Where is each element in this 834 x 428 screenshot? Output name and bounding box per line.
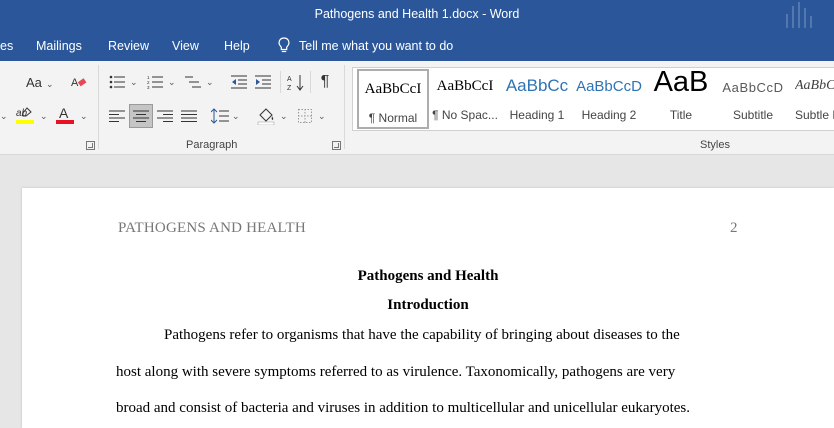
running-head: PATHOGENS AND HEALTH: [118, 220, 306, 236]
numbering-icon[interactable]: 123: [146, 73, 164, 91]
paragraph-dialog-launcher[interactable]: [332, 141, 341, 150]
group-separator: [98, 65, 99, 149]
align-left-icon[interactable]: [108, 107, 126, 125]
svg-text:A: A: [287, 76, 292, 83]
style-heading-2[interactable]: AaBbCcD Heading 2: [573, 68, 645, 132]
multilevel-list-icon[interactable]: [184, 73, 202, 91]
change-case-button[interactable]: Aa: [26, 75, 42, 90]
align-right-icon[interactable]: [156, 107, 174, 125]
chevron-down-icon: ⌄: [206, 77, 214, 87]
clear-formatting-icon[interactable]: A: [70, 73, 88, 91]
title-bar: Pathogens and Health 1.docx - Word: [0, 0, 834, 32]
tab-mailings[interactable]: Mailings: [36, 39, 82, 53]
body-line: host along with severe symptoms referred…: [116, 364, 676, 380]
style-subtitle[interactable]: AaBbCcD Subtitle: [717, 68, 789, 132]
lightbulb-icon: [278, 37, 290, 53]
chevron-down-icon: ⌄: [46, 79, 54, 89]
font-dialog-launcher[interactable]: [86, 141, 95, 150]
style-subtle-emphasis[interactable]: AaBbCcD Subtle E: [789, 68, 834, 132]
styles-gallery: AaBbCcI ¶ Normal AaBbCcI ¶ No Spac... Aa…: [352, 66, 834, 132]
svg-text:3: 3: [147, 85, 150, 89]
chevron-down-icon: ⌄: [130, 77, 138, 87]
paragraph-group-label: Paragraph: [186, 139, 238, 151]
watermark-logo: [786, 2, 814, 28]
sort-icon[interactable]: AZ: [286, 73, 306, 93]
body-line: Pathogens refer to organisms that have t…: [164, 327, 680, 343]
tell-me-search[interactable]: Tell me what you want to do: [278, 37, 453, 54]
tell-me-label: Tell me what you want to do: [299, 38, 454, 53]
show-formatting-marks-button[interactable]: ¶: [316, 73, 334, 91]
tab-view[interactable]: View: [172, 39, 199, 53]
ribbon: Aa ⌄ A ⌄ ab ⌄ A ⌄ ⌄ 123 ⌄ ⌄ AZ ¶ ⌄ ⌄ ⌄ P…: [0, 61, 834, 155]
justify-icon[interactable]: [180, 107, 198, 125]
tab-help[interactable]: Help: [224, 39, 250, 53]
borders-icon[interactable]: [296, 107, 314, 125]
align-center-icon[interactable]: [129, 104, 153, 128]
svg-text:Z: Z: [287, 85, 292, 92]
style-no-spacing[interactable]: AaBbCcI ¶ No Spac...: [429, 68, 501, 132]
section-heading: Introduction: [387, 297, 469, 313]
button-separator: [310, 71, 311, 93]
bullets-icon[interactable]: [108, 73, 126, 91]
highlight-color-button[interactable]: ab: [14, 105, 36, 125]
tab-references[interactable]: es: [0, 39, 13, 53]
window-title: Pathogens and Health 1.docx - Word: [314, 7, 520, 21]
page-number: 2: [730, 220, 738, 236]
styles-group-label: Styles: [700, 139, 730, 151]
style-normal[interactable]: AaBbCcI ¶ Normal: [357, 69, 429, 129]
shading-icon[interactable]: [256, 106, 276, 126]
line-spacing-icon[interactable]: [210, 106, 230, 126]
ribbon-tabs: es Mailings Review View Help Tell me wha…: [0, 32, 834, 61]
svg-text:A: A: [71, 77, 79, 89]
button-separator: [280, 71, 281, 93]
chevron-down-icon: ⌄: [168, 77, 176, 87]
chevron-down-icon: ⌄: [40, 111, 48, 121]
font-color-button[interactable]: A: [54, 105, 76, 125]
style-heading-1[interactable]: AaBbCc Heading 1: [501, 68, 573, 132]
document-page[interactable]: PATHOGENS AND HEALTH 2 Pathogens and Hea…: [22, 188, 834, 428]
chevron-down-icon: ⌄: [280, 111, 288, 121]
chevron-down-icon: ⌄: [80, 111, 88, 121]
style-title[interactable]: AaB Title: [645, 66, 717, 132]
document-area[interactable]: PATHOGENS AND HEALTH 2 Pathogens and Hea…: [0, 155, 834, 428]
group-separator: [344, 65, 345, 149]
decrease-indent-icon[interactable]: [230, 73, 248, 91]
body-line: broad and consist of bacteria and viruse…: [116, 400, 690, 416]
chevron-down-icon: ⌄: [232, 111, 240, 121]
chevron-down-icon: ⌄: [318, 111, 326, 121]
svg-text:A: A: [59, 105, 69, 121]
chevron-down-icon: ⌄: [0, 111, 8, 121]
increase-indent-icon[interactable]: [254, 73, 272, 91]
tab-review[interactable]: Review: [108, 39, 149, 53]
document-title: Pathogens and Health: [357, 268, 499, 284]
